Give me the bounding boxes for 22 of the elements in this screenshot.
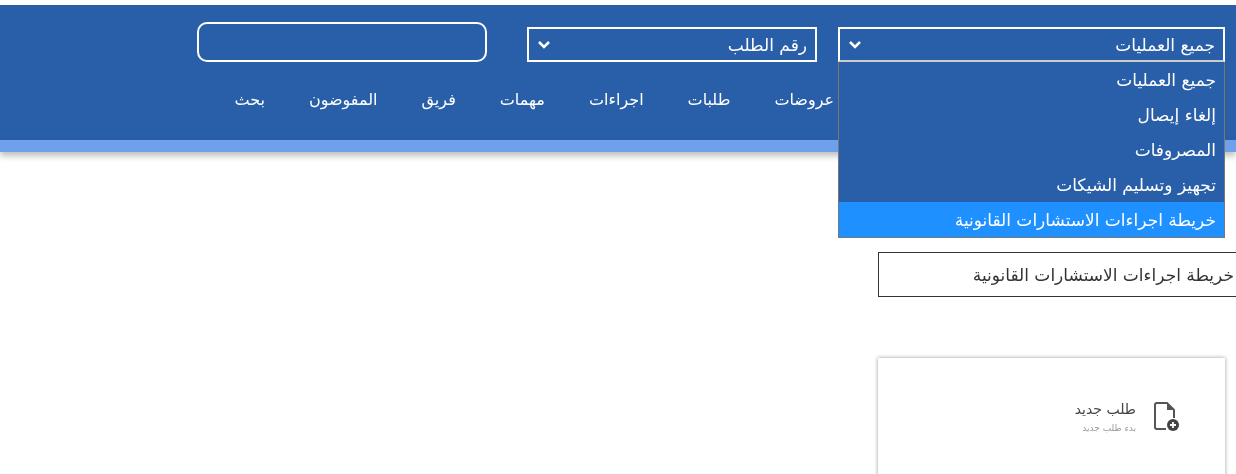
nav-link[interactable]: عروضات	[774, 90, 834, 109]
chevron-down-icon	[848, 39, 862, 50]
nav-link[interactable]: اجراءات	[588, 90, 644, 109]
dropdown-option[interactable]: تجهيز وتسليم الشيكات	[839, 167, 1224, 202]
nav-link[interactable]: فريق	[421, 90, 456, 109]
chevron-down-icon	[537, 39, 551, 50]
dropdown-option[interactable]: المصروفات	[839, 132, 1224, 167]
selected-process-field: خريطة اجراءات الاستشارات القانونية	[878, 252, 1236, 297]
dropdown-select[interactable]: جميع العمليات	[838, 27, 1225, 62]
dropdown-select[interactable]: رقم الطلب	[527, 27, 817, 62]
dropdown-option[interactable]: إلغاء إيصال	[839, 97, 1224, 132]
nav-link[interactable]: مهمات	[499, 90, 545, 109]
nav-link[interactable]: المفوضون	[309, 90, 378, 109]
nav-link[interactable]: بحث	[234, 90, 265, 109]
new-request-card[interactable]: طلب جديد بدء طلب جديد	[878, 358, 1225, 474]
dropdown-option[interactable]: خريطة اجراءات الاستشارات القانونية	[839, 202, 1224, 237]
card-subtitle: بدء طلب جديد	[1081, 423, 1136, 433]
card-title: طلب جديد	[1074, 401, 1136, 417]
dropdown-option[interactable]: جميع العمليات	[839, 62, 1224, 97]
nav-link[interactable]: طلبات	[687, 90, 731, 109]
file-plus-icon	[1154, 402, 1180, 432]
search-field[interactable]	[197, 22, 487, 62]
